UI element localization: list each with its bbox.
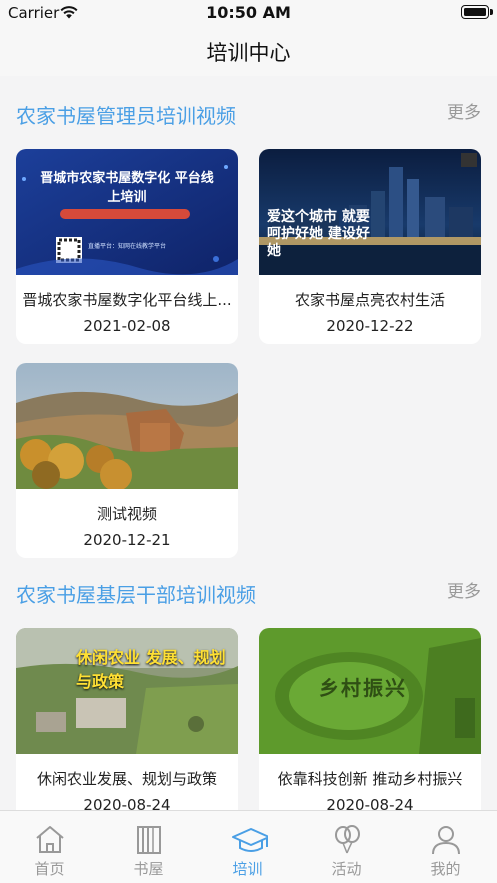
- video-thumbnail: [16, 363, 238, 489]
- video-title: 休闲农业发展、规划与政策: [36, 770, 217, 788]
- thumbnail-caption: 休闲农业 发展、规划与政策: [76, 648, 226, 691]
- video-card[interactable]: 乡村振兴 依靠科技创新 推动乡村振兴 2020-08-24: [259, 628, 481, 810]
- section-title: 农家书屋管理员培训视频: [16, 104, 236, 128]
- battery-icon: [461, 5, 493, 19]
- training-content[interactable]: 农家书屋管理员培训视频 更多 晋城市农家书屋数字化 平台线上培训 直播平台：知网…: [0, 76, 497, 810]
- tab-home[interactable]: 首页: [0, 811, 99, 883]
- tab-label: 活动: [331, 860, 362, 878]
- tab-training[interactable]: 培训: [198, 811, 297, 883]
- status-time: 10:50 AM: [206, 3, 291, 22]
- thumbnail-caption: 爱这个城市 就要呵护好她 建设好她: [267, 209, 370, 259]
- video-date: 2021-02-08: [83, 317, 171, 335]
- home-icon: [36, 826, 64, 853]
- video-card[interactable]: 晋城市农家书屋数字化 平台线上培训 直播平台：知网在线教学平台 晋城农家书屋数字…: [16, 149, 238, 344]
- thumbnail-subcaption: 直播平台：知网在线教学平台: [88, 243, 167, 250]
- video-title: 测试视频: [96, 505, 157, 523]
- section-header-cadre: 农家书屋基层干部培训视频 更多: [0, 571, 497, 611]
- video-thumbnail: 乡村振兴: [259, 628, 481, 754]
- video-card[interactable]: 爱这个城市 就要呵护好她 建设好她 农家书屋点亮农村生活 2020-12-22: [259, 149, 481, 344]
- video-title: 晋城农家书屋数字化平台线上...: [22, 291, 232, 309]
- tab-label: 培训: [232, 860, 263, 878]
- person-icon: [432, 826, 460, 855]
- tab-label: 书屋: [133, 860, 164, 878]
- graduation-cap-icon: [232, 828, 268, 852]
- more-link[interactable]: 更多: [447, 577, 481, 602]
- section-title: 农家书屋基层干部培训视频: [16, 583, 256, 607]
- video-title: 依靠科技创新 推动乡村振兴: [277, 770, 463, 788]
- video-thumbnail: 爱这个城市 就要呵护好她 建设好她: [259, 149, 481, 275]
- video-title: 农家书屋点亮农村生活: [294, 291, 445, 309]
- tab-label: 首页: [34, 860, 65, 878]
- video-date: 2020-12-21: [83, 531, 171, 549]
- video-date: 2020-12-22: [326, 317, 414, 335]
- video-date: 2020-08-24: [83, 796, 171, 810]
- video-card[interactable]: 测试视频 2020-12-21: [16, 363, 238, 558]
- section-header-admin: 农家书屋管理员培训视频 更多: [0, 92, 497, 132]
- thumbnail-caption: 乡村振兴: [319, 676, 407, 700]
- video-thumbnail: 晋城市农家书屋数字化 平台线上培训 直播平台：知网在线教学平台: [16, 149, 238, 275]
- bookshelf-icon: [137, 826, 161, 854]
- video-date: 2020-08-24: [326, 796, 414, 810]
- navigation-bar: 培训中心: [0, 26, 497, 76]
- balloons-icon: [335, 825, 360, 854]
- video-card[interactable]: 休闲农业 发展、规划与政策 休闲农业发展、规划与政策 2020-08-24: [16, 628, 238, 810]
- thumbnail-caption: 晋城市农家书屋数字化 平台线上培训: [40, 171, 214, 205]
- status-bar: Carrier 10:50 AM: [0, 0, 497, 26]
- tab-bookshelf[interactable]: 书屋: [99, 811, 198, 883]
- more-link[interactable]: 更多: [447, 98, 481, 123]
- tab-profile[interactable]: 我的: [396, 811, 495, 883]
- tab-label: 我的: [430, 860, 461, 878]
- page-title: 培训中心: [206, 41, 291, 65]
- video-thumbnail: 休闲农业 发展、规划与政策: [16, 628, 238, 754]
- tab-bar: 首页 书屋 培训 活动 我的: [0, 810, 497, 883]
- tab-activities[interactable]: 活动: [297, 811, 396, 883]
